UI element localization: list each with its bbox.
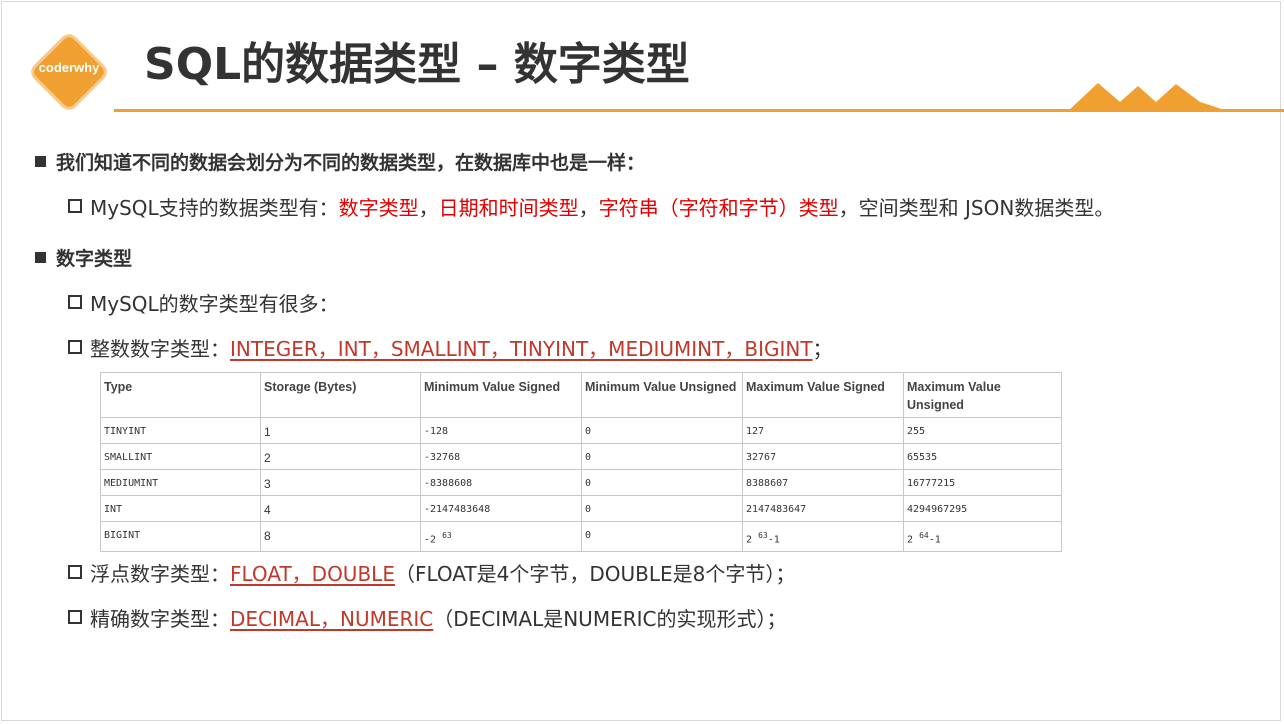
item-suffix: （FLOAT是4个字节，DOUBLE是8个字节）； — [394, 562, 796, 586]
item-text: MySQL的数字类型有很多： — [90, 292, 339, 316]
list-item-mysql-types: MySQL支持的数据类型有：数字类型，日期和时间类型，字符串（字符和字节）类型，… — [68, 194, 1114, 222]
cell-storage: 3 — [260, 469, 421, 496]
cell-max-signed: 2 63-1 — [742, 520, 904, 553]
cell-max-signed: 8388607 — [742, 469, 904, 496]
item-suffix: （DECIMAL是NUMERIC的实现形式）； — [433, 607, 787, 631]
filled-square-bullet-icon — [35, 252, 46, 263]
hollow-square-bullet-icon — [68, 199, 82, 213]
column-header: Maximum Value Signed — [742, 372, 904, 418]
power-exponent: 63 — [758, 531, 768, 540]
hollow-square-bullet-icon — [68, 340, 82, 354]
mountains-decoration-icon — [1068, 83, 1228, 111]
cell-storage: 4 — [260, 495, 421, 522]
integer-types-link[interactable]: INTEGER，INT，SMALLINT，TINYINT，MEDIUMINT，B… — [230, 337, 813, 361]
section1-heading-text: 我们知道不同的数据会划分为不同的数据类型，在数据库中也是一样： — [56, 152, 646, 174]
cell-type: SMALLINT — [100, 443, 261, 470]
cell-min-signed: -32768 — [420, 443, 582, 470]
type-datetime: 日期和时间类型 — [438, 196, 579, 220]
slide: coderwhy SQL的数据类型 – 数字类型 我们知道不同的数据会划分为不同… — [1, 1, 1284, 721]
power-base: -2 — [424, 534, 437, 546]
item-prefix: MySQL支持的数据类型有： — [90, 196, 339, 220]
cell-max-signed: 127 — [742, 417, 904, 444]
section-heading-numeric: 数字类型 — [35, 246, 132, 272]
cell-max-unsigned: 255 — [903, 417, 1062, 444]
power-base: 2 — [907, 534, 914, 546]
table-row: TINYINT 1 -128 0 127 255 — [100, 417, 1062, 444]
power-tail: -1 — [767, 534, 780, 546]
cell-min-unsigned: 0 — [581, 443, 743, 470]
column-header: Maximum Value Unsigned — [903, 372, 1062, 418]
column-header: Minimum Value Signed — [420, 372, 582, 418]
cell-max-unsigned: 16777215 — [903, 469, 1062, 496]
table-row: MEDIUMINT 3 -8388608 0 8388607 16777215 — [100, 469, 1062, 496]
item-suffix: ； — [812, 337, 833, 361]
cell-max-signed: 2147483647 — [742, 495, 904, 522]
table-row: SMALLINT 2 -32768 0 32767 65535 — [100, 443, 1062, 470]
float-types-link[interactable]: FLOAT，DOUBLE — [230, 562, 395, 586]
type-string: 字符串（字符和字节）类型 — [598, 196, 839, 220]
cell-type: INT — [100, 495, 261, 522]
cell-min-signed: -8388608 — [420, 469, 582, 496]
section2-heading-text: 数字类型 — [56, 248, 133, 270]
table-row: BIGINT 8 -2 63 0 2 63-1 2 64-1 — [100, 520, 1062, 553]
hollow-square-bullet-icon — [68, 565, 82, 579]
cell-storage: 2 — [260, 443, 421, 470]
table-row: INT 4 -2147483648 0 2147483647 429496729… — [100, 495, 1062, 522]
table-header-row: Type Storage (Bytes) Minimum Value Signe… — [100, 372, 1062, 418]
item-prefix: 浮点数字类型： — [90, 562, 230, 586]
item-prefix: 整数数字类型： — [90, 337, 230, 361]
list-item-decimal-types: 精确数字类型：DECIMAL，NUMERIC（DECIMAL是NUMERIC的实… — [68, 605, 786, 633]
item-suffix: ，空间类型和 JSON数据类型。 — [838, 196, 1115, 220]
type-numeric: 数字类型 — [338, 196, 419, 220]
power-exponent: 63 — [442, 531, 452, 540]
decimal-types-link[interactable]: DECIMAL，NUMERIC — [230, 607, 433, 631]
list-item-integer-types: 整数数字类型：INTEGER，INT，SMALLINT，TINYINT，MEDI… — [68, 335, 833, 363]
cell-max-signed: 32767 — [742, 443, 904, 470]
cell-min-unsigned: 0 — [581, 469, 743, 496]
list-item-float-types: 浮点数字类型：FLOAT，DOUBLE（FLOAT是4个字节，DOUBLE是8个… — [68, 560, 795, 588]
coderwhy-logo: coderwhy — [27, 30, 107, 110]
item-prefix: 精确数字类型： — [90, 607, 230, 631]
hollow-square-bullet-icon — [68, 295, 82, 309]
cell-type: BIGINT — [100, 520, 261, 553]
cell-type: MEDIUMINT — [100, 469, 261, 496]
cell-min-signed: -2147483648 — [420, 495, 582, 522]
power-tail: -1 — [928, 534, 941, 546]
section-heading-data-types: 我们知道不同的数据会划分为不同的数据类型，在数据库中也是一样： — [35, 150, 645, 176]
hollow-square-bullet-icon — [68, 610, 82, 624]
cell-type: TINYINT — [100, 417, 261, 444]
cell-storage: 1 — [260, 417, 421, 444]
power-base: 2 — [746, 534, 753, 546]
power-exponent: 64 — [919, 531, 929, 540]
header-divider — [114, 109, 1284, 112]
logo-text: coderwhy — [38, 60, 100, 75]
page-title: SQL的数据类型 – 数字类型 — [144, 39, 690, 90]
list-item-numeric-many: MySQL的数字类型有很多： — [68, 290, 339, 318]
integer-types-table: Type Storage (Bytes) Minimum Value Signe… — [100, 372, 1062, 553]
separator: ， — [418, 196, 439, 220]
cell-min-signed: -128 — [420, 417, 582, 444]
cell-max-unsigned: 65535 — [903, 443, 1062, 470]
cell-min-signed: -2 63 — [420, 520, 582, 553]
cell-min-unsigned: 0 — [581, 495, 743, 522]
column-header: Minimum Value Unsigned — [581, 372, 743, 418]
column-header: Type — [100, 372, 261, 418]
cell-max-unsigned: 2 64-1 — [903, 520, 1062, 553]
cell-storage: 8 — [260, 520, 421, 553]
cell-min-unsigned: 0 — [581, 417, 743, 444]
cell-max-unsigned: 4294967295 — [903, 495, 1062, 522]
separator: ， — [578, 196, 599, 220]
filled-square-bullet-icon — [35, 156, 46, 167]
column-header: Storage (Bytes) — [260, 372, 421, 418]
cell-min-unsigned: 0 — [581, 520, 743, 553]
